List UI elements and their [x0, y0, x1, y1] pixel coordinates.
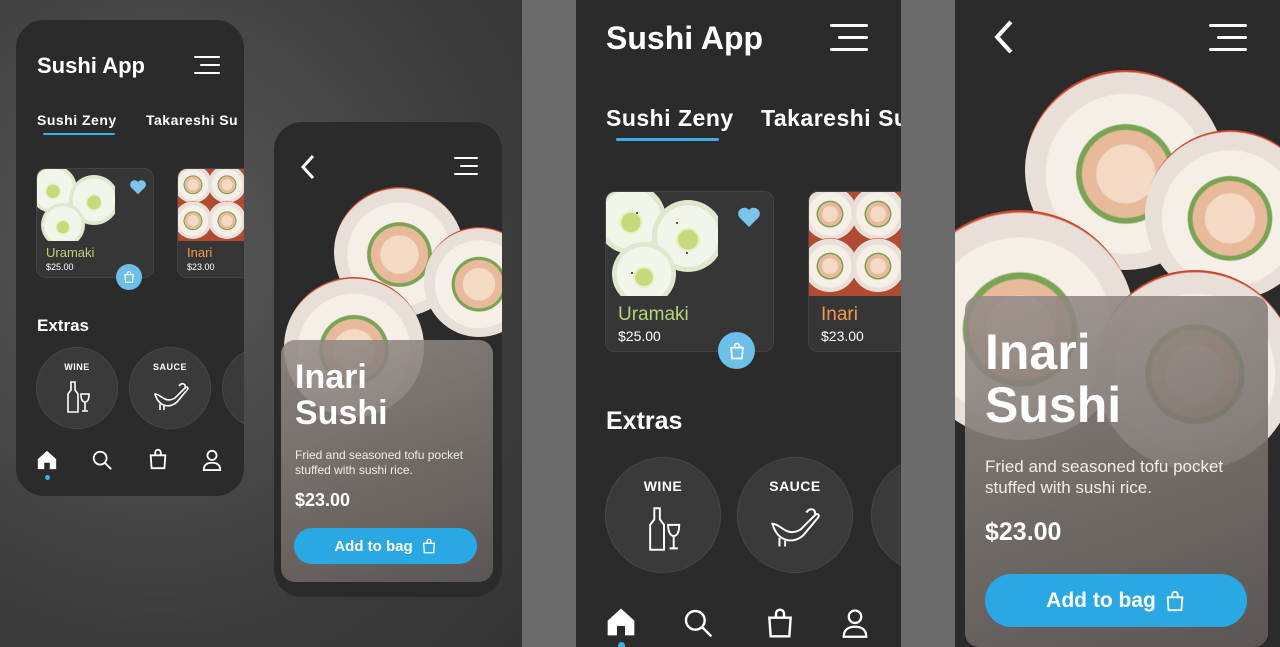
extras-heading: Extras: [37, 316, 89, 335]
divider: [522, 0, 576, 647]
extra-label: SAUCE: [769, 478, 821, 494]
page-title: Sushi App: [606, 20, 764, 56]
active-nav-dot: [618, 642, 625, 647]
product-name: Inari: [187, 245, 213, 260]
extra-more[interactable]: [222, 347, 244, 429]
extra-wine[interactable]: WINE: [36, 347, 118, 429]
bag-icon: [729, 342, 744, 359]
home-icon[interactable]: [605, 606, 637, 638]
button-label: Add to bag: [334, 537, 413, 555]
product-name: Uramaki: [46, 245, 95, 260]
extra-more[interactable]: [871, 457, 901, 573]
tab-sushi-zeny[interactable]: Sushi Zeny: [606, 105, 734, 132]
extra-label: WINE: [64, 362, 90, 372]
sauce-boat-icon: [153, 382, 189, 410]
product-price: $25.00: [618, 328, 661, 344]
button-label: Add to bag: [1046, 588, 1156, 612]
extra-wine[interactable]: WINE: [605, 457, 721, 573]
detail-screen: Inari Sushi Fried and seasoned tofu pock…: [955, 0, 1280, 647]
home-screen-mini: Sushi App Sushi Zeny Takareshi Su Uramak…: [16, 20, 244, 496]
wine-bottle-glass-icon: [649, 507, 681, 551]
tab-sushi-zeny[interactable]: Sushi Zeny: [37, 112, 117, 128]
product-card-inari[interactable]: Inari $23.00: [177, 168, 244, 278]
tab-takareshi[interactable]: Takareshi Su: [146, 112, 238, 128]
product-price: $23.00: [295, 490, 351, 510]
bag-icon[interactable]: [147, 448, 169, 470]
product-card-uramaki[interactable]: Uramaki $25.00: [36, 168, 154, 278]
bag-icon: [1166, 590, 1184, 611]
user-icon[interactable]: [840, 606, 870, 640]
add-to-bag-button[interactable]: [718, 332, 755, 369]
search-icon[interactable]: [91, 449, 113, 471]
favorite-heart-icon[interactable]: [736, 206, 762, 228]
home-screen: Sushi App Sushi Zeny Takareshi Su Uramak…: [576, 0, 901, 647]
product-price: $23.00: [985, 518, 1062, 546]
bag-icon: [124, 271, 134, 283]
add-to-bag-button[interactable]: [116, 264, 142, 290]
product-description: Fried and seasoned tofu pocket stuffed w…: [295, 448, 464, 477]
divider: [901, 0, 955, 647]
product-title: Inari Sushi: [985, 324, 1122, 433]
extra-label: SAUCE: [152, 362, 187, 372]
add-to-bag-button[interactable]: Add to bag: [985, 574, 1247, 627]
sauce-boat-icon: [771, 508, 820, 547]
extra-sauce[interactable]: SAUCE: [737, 457, 853, 573]
home-icon[interactable]: [36, 449, 58, 471]
bag-icon: [422, 538, 435, 554]
product-title: Inari Sushi: [295, 358, 388, 432]
user-icon[interactable]: [201, 448, 223, 472]
product-card-uramaki[interactable]: Uramaki $25.00: [605, 191, 774, 352]
bag-icon[interactable]: [764, 606, 796, 640]
page-title: Sushi App: [37, 53, 145, 78]
product-card-inari[interactable]: Inari $23.00: [808, 191, 901, 352]
inari-image: [178, 169, 244, 241]
product-price: $23.00: [187, 262, 215, 272]
search-icon[interactable]: [682, 607, 714, 639]
product-description: Fried and seasoned tofu pocket stuffed w…: [985, 457, 1224, 498]
product-price: $23.00: [821, 328, 864, 344]
extras-heading: Extras: [606, 407, 683, 435]
wine-bottle-glass-icon: [67, 381, 90, 413]
product-detail-card: Inari Sushi Fried and seasoned tofu pock…: [281, 340, 493, 582]
menu-icon[interactable]: [1209, 24, 1247, 52]
extra-label: WINE: [643, 478, 683, 494]
product-name: Uramaki: [618, 304, 689, 325]
menu-icon[interactable]: [452, 157, 478, 177]
product-price: $25.00: [46, 262, 74, 272]
uramaki-image: [606, 192, 718, 296]
uramaki-image: [37, 169, 115, 241]
active-tab-indicator: [616, 138, 719, 141]
back-arrow-icon[interactable]: [300, 154, 316, 180]
tab-takareshi[interactable]: Takareshi Su: [761, 105, 901, 132]
menu-icon[interactable]: [194, 56, 220, 76]
inari-image: [809, 192, 901, 296]
add-to-bag-button[interactable]: Add to bag: [294, 528, 477, 564]
back-arrow-icon[interactable]: [993, 18, 1015, 56]
product-detail-card: Inari Sushi Fried and seasoned tofu pock…: [965, 296, 1268, 647]
detail-screen-mini: Inari Sushi Fried and seasoned tofu pock…: [274, 122, 502, 597]
active-nav-dot: [45, 475, 50, 480]
menu-icon[interactable]: [830, 24, 868, 52]
active-tab-indicator: [43, 133, 115, 135]
product-name: Inari: [821, 304, 858, 325]
favorite-heart-icon[interactable]: [129, 179, 147, 195]
extra-sauce[interactable]: SAUCE: [129, 347, 211, 429]
